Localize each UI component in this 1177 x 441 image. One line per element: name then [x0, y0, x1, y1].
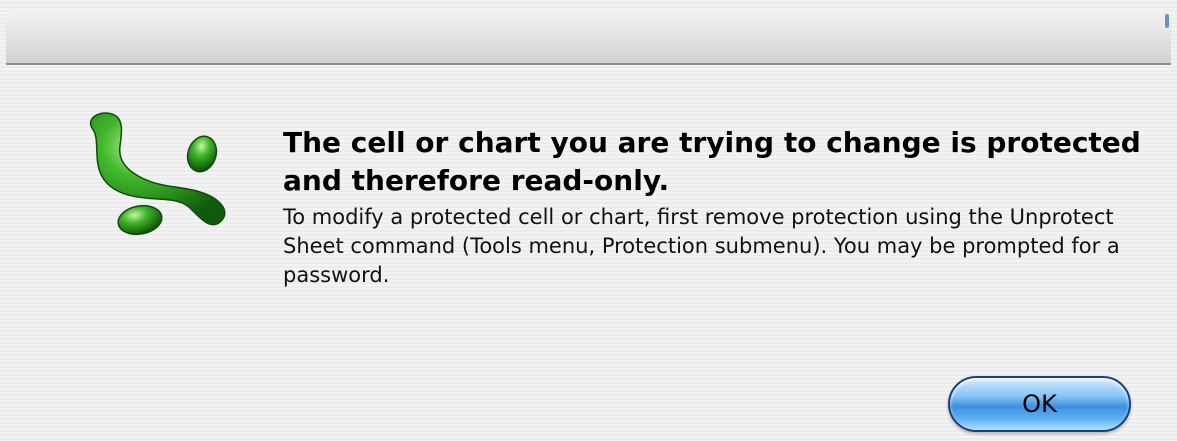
ok-button-label: OK [1022, 390, 1057, 418]
dialog-headline: The cell or chart you are trying to chan… [283, 126, 1141, 197]
ok-button[interactable]: OK [948, 376, 1131, 432]
dialog-titlebar [6, 8, 1171, 65]
alert-dialog: The cell or chart you are trying to chan… [0, 0, 1177, 441]
excel-icon [89, 112, 226, 236]
titlebar-edge-highlight [1165, 14, 1169, 28]
dialog-message: To modify a protected cell or chart, fir… [283, 205, 1120, 287]
